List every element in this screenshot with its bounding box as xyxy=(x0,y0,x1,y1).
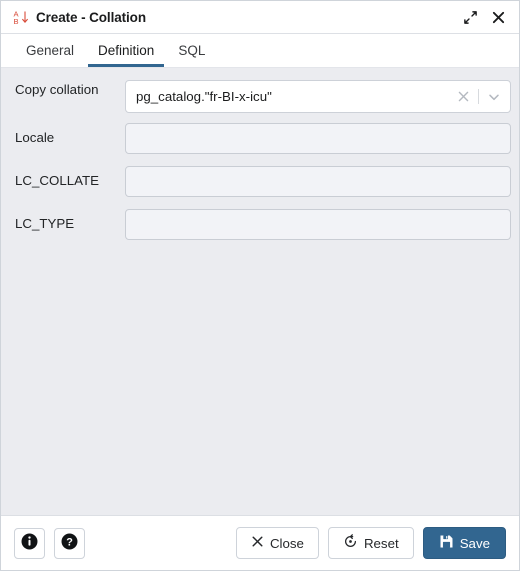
close-x-icon xyxy=(251,535,264,551)
copy-collation-control: pg_catalog."fr-BI-x-icu" xyxy=(125,80,511,113)
locale-label: Locale xyxy=(15,130,55,145)
lc-type-control xyxy=(125,209,511,240)
svg-text:?: ? xyxy=(66,537,73,549)
collation-icon: A B xyxy=(12,8,31,27)
dialog-titlebar: A B Create - Collation xyxy=(1,1,519,34)
lc-type-label: LC_TYPE xyxy=(15,216,75,231)
expand-icon[interactable] xyxy=(458,5,482,29)
close-icon[interactable] xyxy=(486,5,510,29)
dialog-title: Create - Collation xyxy=(36,9,146,25)
select-separator xyxy=(478,89,479,104)
reset-icon xyxy=(343,534,358,552)
svg-text:B: B xyxy=(14,17,19,26)
definition-form: Copy collation pg_catalog."fr-BI-x-icu" xyxy=(1,68,519,515)
info-icon xyxy=(20,532,39,554)
form-row-lc-type: LC_TYPE xyxy=(1,209,519,240)
tab-general[interactable]: General xyxy=(14,34,86,67)
dialog-footer: ? Close Reset Save xyxy=(1,515,519,570)
tab-sql[interactable]: SQL xyxy=(166,34,217,67)
save-button[interactable]: Save xyxy=(422,527,506,559)
reset-button[interactable]: Reset xyxy=(327,527,414,559)
save-disk-icon xyxy=(439,534,454,552)
lc-collate-input[interactable] xyxy=(125,166,511,197)
close-button-label: Close xyxy=(269,535,304,551)
close-button[interactable]: Close xyxy=(235,527,319,559)
copy-collation-value: pg_catalog."fr-BI-x-icu" xyxy=(136,89,272,104)
lc-collate-label: LC_COLLATE xyxy=(15,173,100,188)
save-button-label: Save xyxy=(459,535,490,551)
locale-control xyxy=(125,123,511,154)
copy-collation-select[interactable]: pg_catalog."fr-BI-x-icu" xyxy=(125,80,511,113)
help-button[interactable]: ? xyxy=(54,527,85,559)
chevron-down-icon[interactable] xyxy=(484,87,504,107)
locale-input[interactable] xyxy=(125,123,511,154)
lc-type-input[interactable] xyxy=(125,209,511,240)
tab-definition[interactable]: Definition xyxy=(86,34,166,67)
dialog-tabbar: General Definition SQL xyxy=(1,34,519,68)
form-row-copy-collation: Copy collation pg_catalog."fr-BI-x-icu" xyxy=(1,80,519,113)
reset-button-label: Reset xyxy=(363,535,399,551)
info-button[interactable] xyxy=(14,527,45,559)
help-icon: ? xyxy=(60,532,79,554)
clear-icon[interactable] xyxy=(453,87,473,107)
form-row-locale: Locale xyxy=(1,123,519,154)
lc-collate-control xyxy=(125,166,511,197)
copy-collation-label: Copy collation xyxy=(15,82,99,97)
create-collation-dialog: A B Create - Collation General Definitio… xyxy=(0,0,520,571)
form-row-lc-collate: LC_COLLATE xyxy=(1,166,519,197)
